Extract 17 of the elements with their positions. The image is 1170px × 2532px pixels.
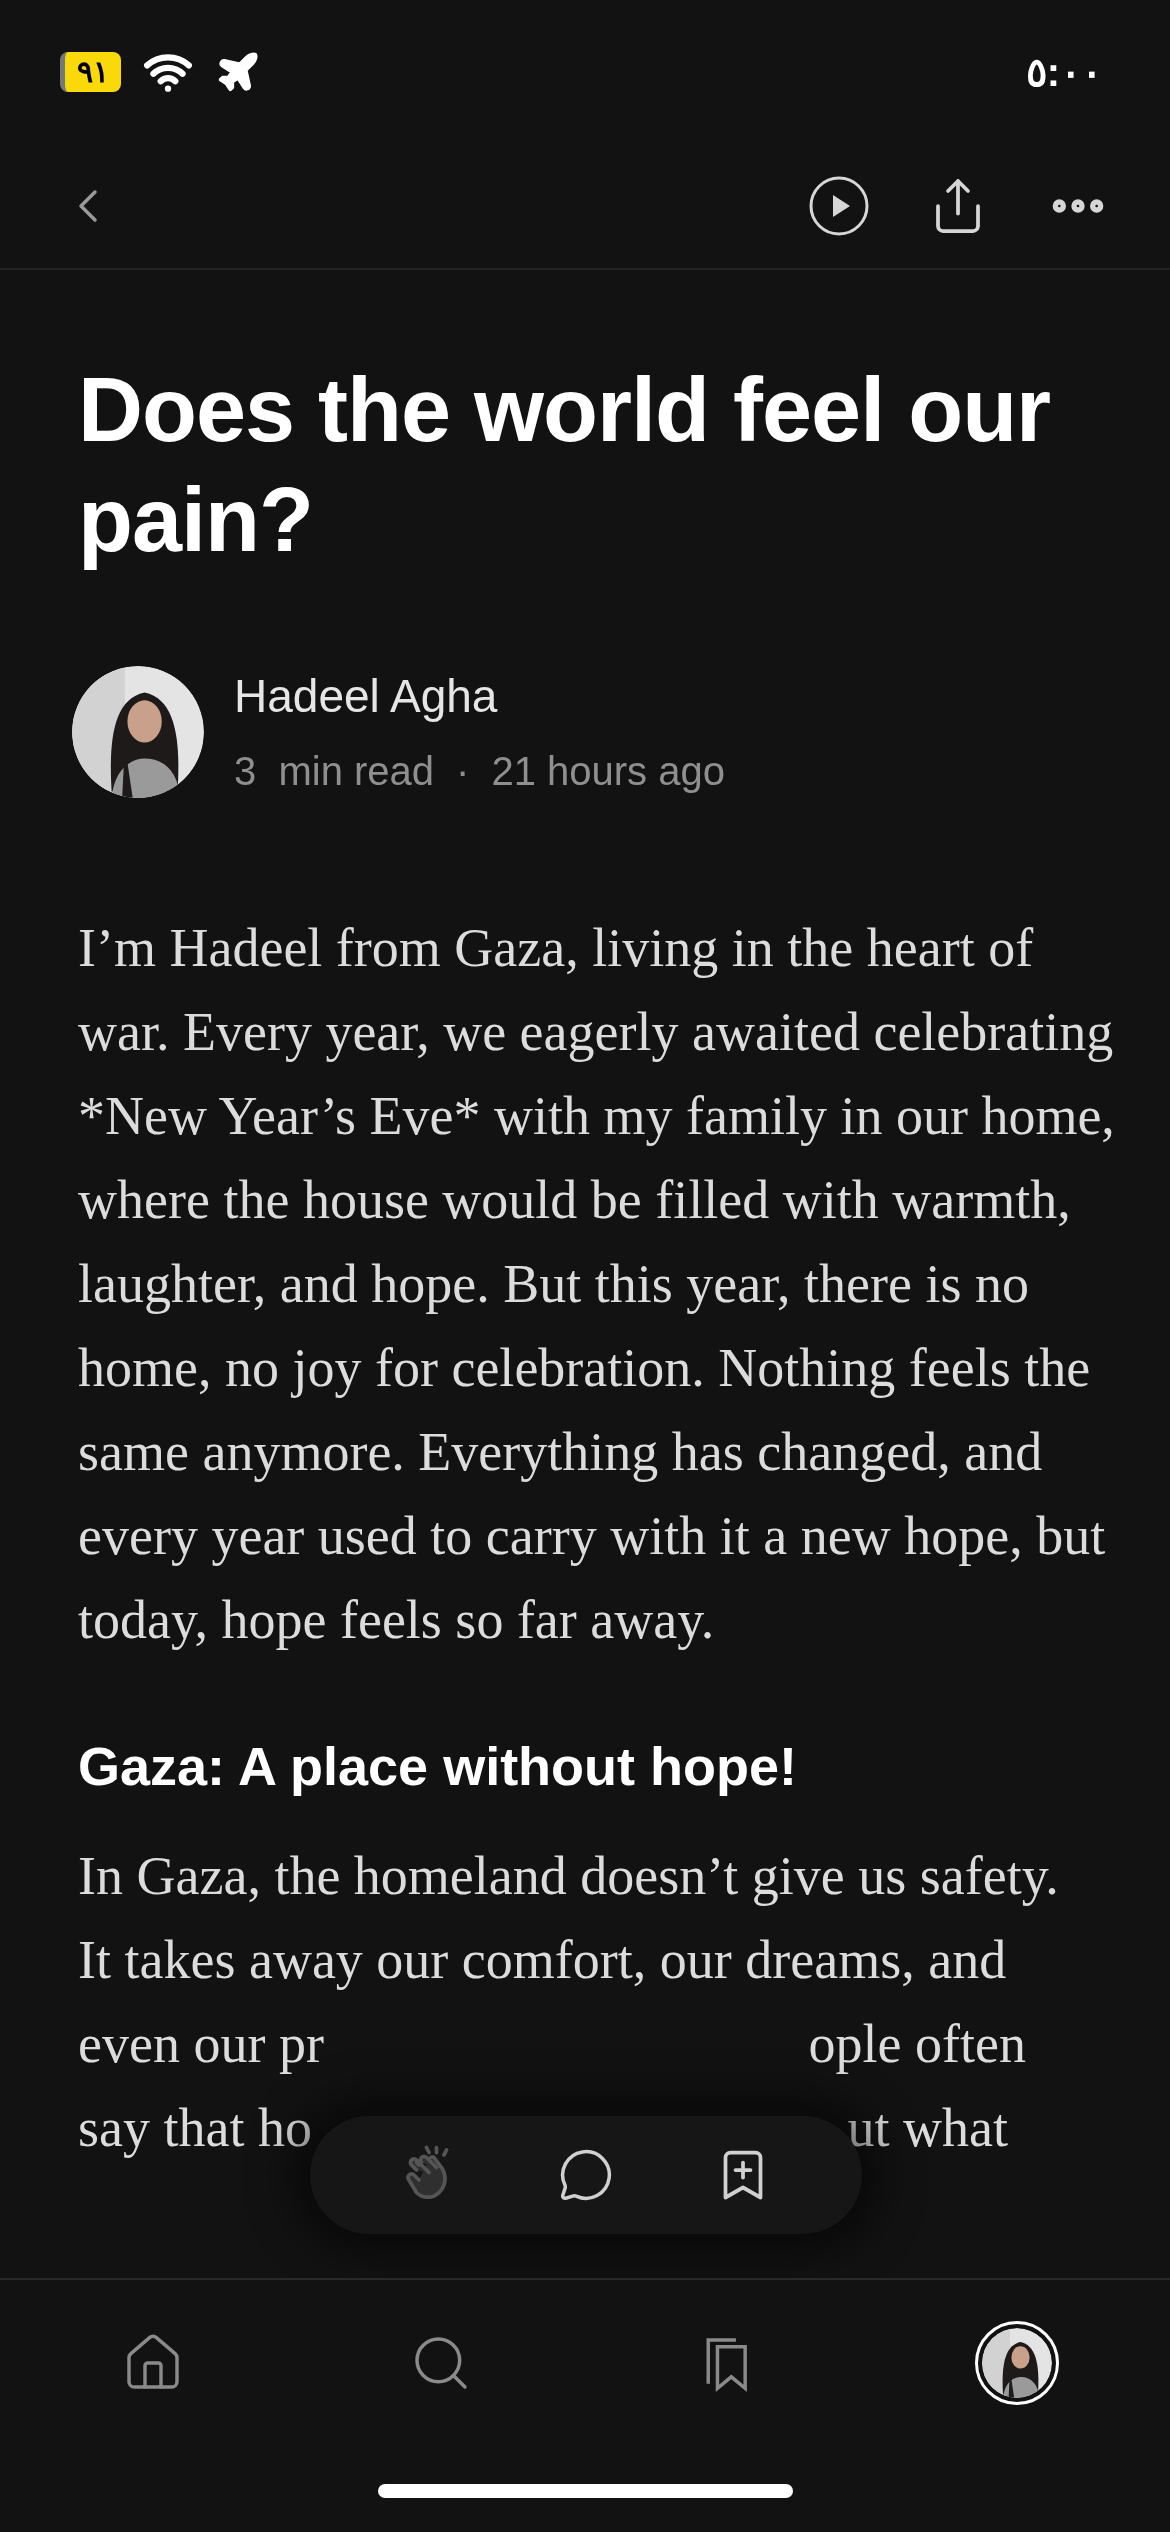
status-time: ٥:٠٠	[1025, 49, 1102, 96]
play-icon[interactable]	[808, 175, 870, 237]
battery-percentage: ٩١	[60, 52, 121, 92]
speech-bubble-icon	[558, 2147, 614, 2203]
separator-dot: ·	[456, 748, 470, 795]
article-text-line: ople often	[808, 2013, 1026, 2076]
article-text-line: say that ho	[78, 2097, 312, 2160]
article-title: Does the world feel our pain?	[78, 359, 1052, 572]
publish-time: 21 hours ago	[491, 748, 725, 795]
article-text-line: In Gaza, the homeland doesn’t give us safety.	[78, 1845, 1059, 1908]
article-text-line: ut what	[847, 2097, 1008, 2160]
article-paragraph: I’m Hadeel from Gaza, living in the heart of war. Every year, we eagerly awaited celebrating *New Year’s Eve* with my family in our home, where the house would be filled with warmth, laughter, and hope. But this year, there is no home, no joy for celebration. Nothing feels the same anymore. Everything has changed, and every year used to carry with it a new hope, but today, hope feels so far away.	[78, 917, 1116, 1652]
article-text-line: even our pr	[78, 2013, 324, 2076]
read-time: 3 min read	[234, 748, 435, 795]
article-text-line: It takes away our comfort, our dreams, and	[78, 1929, 1007, 1992]
author-name[interactable]: Hadeel Agha	[234, 662, 725, 731]
section-heading: Gaza: A place without hope!	[78, 1735, 799, 1798]
